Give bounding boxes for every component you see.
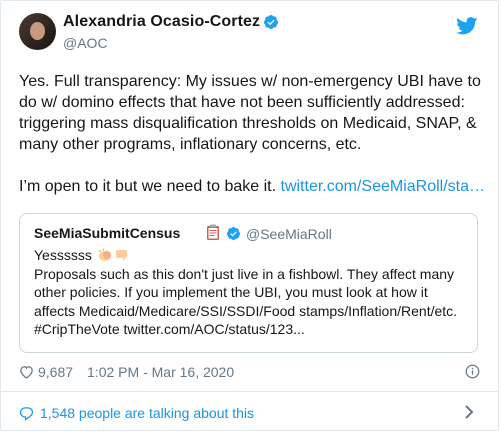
like-count[interactable]: 9,687 xyxy=(38,364,73,380)
avatar[interactable] xyxy=(19,13,56,50)
twitter-bird-icon[interactable] xyxy=(456,17,478,35)
quoted-tweet-text: Yessssss Proposals such as this don't ju… xyxy=(34,246,470,339)
chevron-right-icon[interactable] xyxy=(463,404,475,420)
divider xyxy=(1,391,498,392)
tweet-timestamp[interactable]: 1:02 PM - Mar 16, 2020 xyxy=(87,364,234,380)
tweet-link[interactable]: twitter.com/SeeMiaRoll/sta… xyxy=(281,178,486,195)
heart-icon[interactable] xyxy=(19,365,34,379)
tweet-paragraph: I’m open to it but we need to bake it. t… xyxy=(19,176,489,197)
comment-bubble-icon xyxy=(19,406,34,421)
author-name[interactable]: Alexandria Ocasio-Cortez xyxy=(63,13,260,31)
author-handle[interactable]: @AOC xyxy=(63,35,108,51)
clipboard-icon xyxy=(207,224,219,240)
quoted-author-handle[interactable]: @SeeMiaRoll xyxy=(246,226,332,242)
conversation-link[interactable]: 1,548 people are talking about this xyxy=(19,404,254,422)
tweet-meta: 9,687 1:02 PM - Mar 16, 2020 xyxy=(19,363,234,381)
quoted-line: Yessssss xyxy=(34,247,92,263)
tweet-text: Yes. Full transparency: My issues w/ non… xyxy=(19,71,489,197)
clapping-hands-icon xyxy=(98,248,127,261)
verified-badge-icon xyxy=(226,226,241,241)
tweet-card: Alexandria Ocasio-Cortez @AOC Yes. Full … xyxy=(0,0,499,431)
quoted-tweet[interactable]: SeeMiaSubmitCensus @SeeMiaRoll Yessssss … xyxy=(19,213,478,353)
quoted-body: Proposals such as this don't just live i… xyxy=(34,265,458,338)
tweet-text-span: I’m open to it but we need to bake it. xyxy=(19,178,281,195)
verified-badge-icon xyxy=(263,15,278,29)
tweet-paragraph: Yes. Full transparency: My issues w/ non… xyxy=(19,73,481,153)
talking-count[interactable]: 1,548 people are talking about this xyxy=(40,405,254,421)
info-icon[interactable] xyxy=(465,364,480,379)
quoted-author-name[interactable]: SeeMiaSubmitCensus xyxy=(34,225,180,241)
